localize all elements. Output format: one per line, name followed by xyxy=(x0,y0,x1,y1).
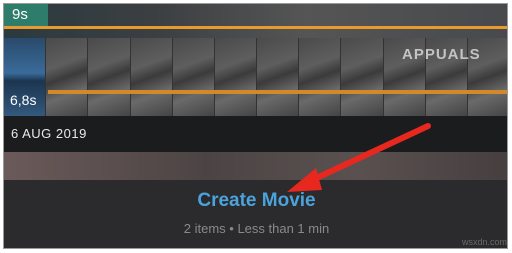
watermark: wsxdn.com xyxy=(462,237,508,247)
photos-app-frame: 9s 6,8s APPUALS 6 AUG 2019 Create Movie … xyxy=(3,3,508,249)
red-arrow-annotation xyxy=(287,123,431,192)
